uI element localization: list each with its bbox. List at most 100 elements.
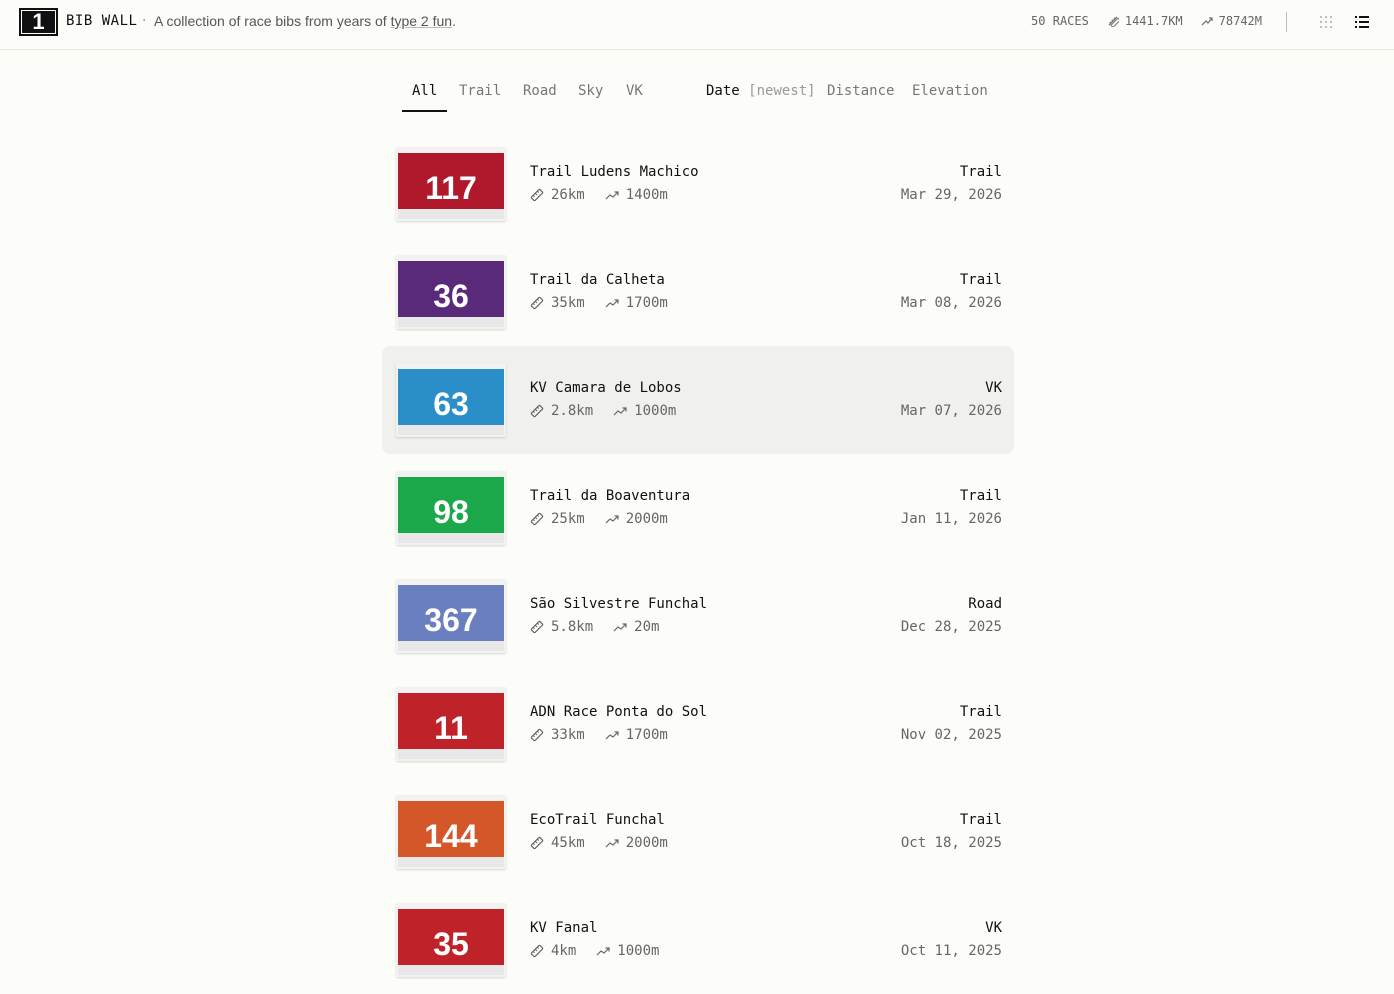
ruler-icon bbox=[530, 188, 544, 202]
race-distance: 4km bbox=[551, 943, 577, 959]
race-distance: 5.8km bbox=[551, 619, 594, 635]
race-date: Mar 07, 2026 bbox=[900, 403, 1002, 419]
tab-all[interactable]: All bbox=[412, 83, 437, 99]
race-title: ADN Race Ponta do Sol bbox=[530, 704, 708, 720]
logo[interactable]: 1 bbox=[19, 8, 58, 36]
race-row[interactable]: 367 São Silvestre Funchal 5.8km 20m Road Dec … bbox=[382, 562, 1014, 670]
race-row[interactable]: 35 KV Fanal 4km 1000m VK Oct 11, 2025 bbox=[382, 886, 1014, 994]
race-type: VK bbox=[985, 380, 1002, 396]
tab-trail[interactable]: Trail bbox=[459, 83, 501, 99]
list-icon[interactable] bbox=[1354, 14, 1370, 30]
trend-up-icon bbox=[605, 839, 619, 848]
race-elevation: 1700m bbox=[625, 727, 668, 743]
race-type: Trail bbox=[959, 812, 1002, 828]
race-date: Oct 11, 2025 bbox=[900, 943, 1002, 959]
total-distance: 1441.7KM bbox=[1107, 14, 1183, 28]
race-distance: 2.8km bbox=[551, 403, 594, 419]
race-elevation: 1400m bbox=[625, 187, 668, 203]
race-meta: 4km 1000m bbox=[530, 943, 659, 959]
race-meta: 35km 1700m bbox=[530, 295, 668, 311]
bib-number: 144 bbox=[424, 818, 478, 854]
race-date: Nov 02, 2025 bbox=[900, 727, 1002, 743]
tagline-end: . bbox=[452, 13, 456, 29]
race-row[interactable]: 36 Trail da Calheta 35km 1700m Trail Mar 08, … bbox=[382, 238, 1014, 346]
race-date: Dec 28, 2025 bbox=[900, 619, 1002, 635]
sort-date-label: Date bbox=[706, 83, 740, 99]
bib-image[interactable]: 144 bbox=[396, 795, 506, 869]
bib-image[interactable]: 11 bbox=[396, 687, 506, 761]
trend-up-icon bbox=[613, 407, 627, 416]
race-date: Mar 29, 2026 bbox=[900, 187, 1002, 203]
ruler-icon bbox=[530, 944, 544, 958]
sort-date-button[interactable]: Date [newest] bbox=[706, 83, 816, 99]
race-elevation: 1000m bbox=[634, 403, 677, 419]
race-title: KV Fanal bbox=[530, 920, 598, 936]
ruler-icon bbox=[1108, 16, 1119, 27]
ruler-icon bbox=[530, 836, 544, 850]
bib-number: 367 bbox=[424, 602, 477, 638]
ruler-icon bbox=[530, 728, 544, 742]
tab-road[interactable]: Road bbox=[523, 83, 557, 99]
races-count: 50 RACES bbox=[1031, 14, 1089, 28]
total-elevation: 78742M bbox=[1201, 14, 1262, 28]
total-elevation-text: 78742M bbox=[1218, 14, 1262, 28]
race-row[interactable]: 144 EcoTrail Funchal 45km 2000m Trail Oct 18,… bbox=[382, 778, 1014, 886]
tab-sky[interactable]: Sky bbox=[578, 83, 603, 99]
race-row[interactable]: 11 ADN Race Ponta do Sol 33km 1700m Trail Nov… bbox=[382, 670, 1014, 778]
race-type: Road bbox=[968, 596, 1002, 612]
grid-icon[interactable] bbox=[1318, 14, 1334, 30]
ruler-icon bbox=[530, 404, 544, 418]
race-distance: 25km bbox=[551, 511, 585, 527]
ruler-icon bbox=[530, 620, 544, 634]
bib-number: 117 bbox=[425, 170, 477, 206]
race-title: Trail Ludens Machico bbox=[530, 164, 699, 180]
race-title: KV Camara de Lobos bbox=[530, 380, 682, 396]
trend-up-icon bbox=[596, 947, 610, 956]
race-type: Trail bbox=[959, 704, 1002, 720]
bib-number: 35 bbox=[433, 926, 469, 962]
race-type: VK bbox=[985, 920, 1002, 936]
header-divider bbox=[1286, 12, 1287, 32]
sort-distance-button[interactable]: Distance bbox=[827, 83, 894, 99]
active-tab-underline bbox=[402, 110, 447, 112]
race-date: Oct 18, 2025 bbox=[900, 835, 1002, 851]
race-type: Trail bbox=[959, 164, 1002, 180]
separator-dot: · bbox=[140, 13, 149, 29]
race-elevation: 20m bbox=[634, 619, 660, 635]
bib-image[interactable]: 98 bbox=[396, 471, 506, 545]
tab-vk[interactable]: VK bbox=[626, 83, 643, 99]
race-distance: 35km bbox=[551, 295, 585, 311]
bib-image[interactable]: 36 bbox=[396, 255, 506, 329]
bib-image[interactable]: 367 bbox=[396, 579, 506, 653]
bib-number: 11 bbox=[434, 710, 468, 746]
race-meta: 5.8km 20m bbox=[530, 619, 659, 635]
sort-elevation-button[interactable]: Elevation bbox=[912, 83, 988, 99]
race-meta: 25km 2000m bbox=[530, 511, 668, 527]
type-2-fun-link[interactable]: type 2 fun bbox=[391, 13, 453, 29]
bib-image[interactable]: 117 bbox=[396, 147, 506, 221]
top-bar: 1 BIB WALL · A collection of race bibs f… bbox=[0, 0, 1394, 50]
race-row[interactable]: 98 Trail da Boaventura 25km 2000m Trail Jan 1… bbox=[382, 454, 1014, 562]
bib-image[interactable]: 63 bbox=[396, 363, 506, 437]
race-date: Jan 11, 2026 bbox=[900, 511, 1002, 527]
race-meta: 45km 2000m bbox=[530, 835, 668, 851]
race-row[interactable]: 117 Trail Ludens Machico 26km 1400m Trail Mar… bbox=[382, 130, 1014, 238]
race-title: Trail da Calheta bbox=[530, 272, 665, 288]
bib-number: 36 bbox=[433, 278, 469, 314]
brand-name[interactable]: BIB WALL bbox=[66, 13, 137, 29]
race-distance: 33km bbox=[551, 727, 585, 743]
race-type: Trail bbox=[959, 488, 1002, 504]
race-elevation: 1000m bbox=[617, 943, 660, 959]
race-meta: 26km 1400m bbox=[530, 187, 668, 203]
race-row[interactable]: 63 KV Camara de Lobos 2.8km 1000m VK Mar 07, … bbox=[382, 346, 1014, 454]
race-list: 117 Trail Ludens Machico 26km 1400m Trail Mar… bbox=[382, 130, 1014, 994]
race-distance: 26km bbox=[551, 187, 585, 203]
trend-up-icon bbox=[605, 191, 619, 200]
races-count-text: 50 RACES bbox=[1031, 14, 1089, 28]
race-title: São Silvestre Funchal bbox=[530, 596, 708, 612]
ruler-icon bbox=[530, 512, 544, 526]
race-elevation: 2000m bbox=[625, 835, 668, 851]
tagline: A collection of race bibs from years of … bbox=[154, 13, 456, 29]
total-distance-text: 1441.7KM bbox=[1124, 14, 1183, 28]
bib-number: 63 bbox=[433, 386, 469, 422]
